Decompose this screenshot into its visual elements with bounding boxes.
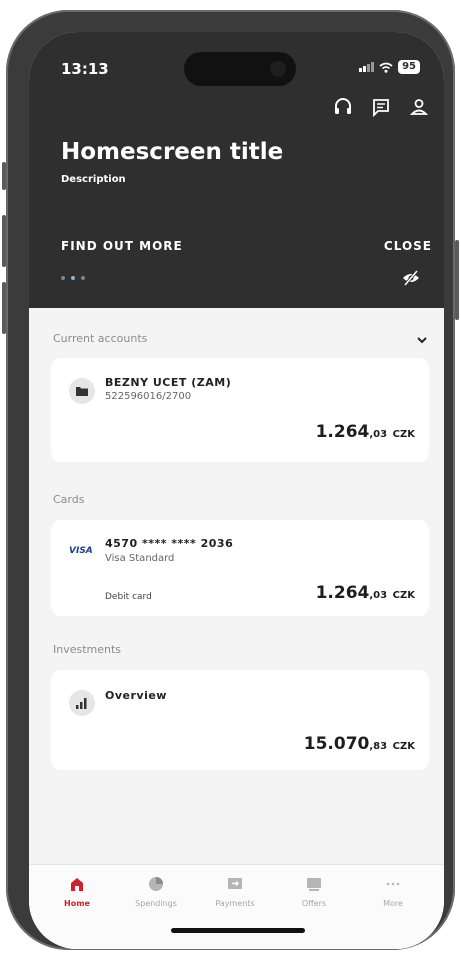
silent-switch: [2, 162, 6, 190]
section-label-investments: Investments: [53, 643, 122, 656]
dynamic-island: [184, 52, 296, 86]
tab-label: Home: [64, 899, 90, 908]
status-time: 13:13: [61, 60, 109, 78]
tab-payments[interactable]: Payments: [195, 875, 275, 908]
tab-offers[interactable]: Offers: [274, 875, 354, 908]
tab-label: More: [383, 899, 403, 908]
carousel-dot: [61, 276, 65, 280]
account-balance-decimals: ,03: [369, 429, 388, 440]
payment-icon: [228, 878, 242, 889]
account-currency: CZK: [392, 429, 415, 440]
card-currency: CZK: [392, 590, 415, 601]
promo-header: 13:13 95 Homescreen title Description FI…: [29, 32, 444, 308]
investment-balance-decimals: ,83: [369, 741, 388, 752]
section-label-current-accounts: Current accounts: [53, 332, 148, 345]
tab-label: Payments: [215, 899, 255, 908]
bar-chart-icon: [69, 690, 95, 716]
headset-icon[interactable]: [332, 96, 354, 118]
volume-up-button: [2, 215, 6, 267]
header-actions: [332, 96, 430, 118]
account-balance-main: 1.264: [315, 422, 370, 442]
wifi-icon: [379, 62, 393, 73]
home-indicator: [171, 928, 305, 933]
tab-label: Spendings: [135, 899, 177, 908]
section-label-cards: Cards: [53, 493, 85, 506]
message-icon[interactable]: [370, 96, 392, 118]
card-number: 4570 **** **** 2036: [105, 537, 234, 550]
carousel-dot: [81, 276, 85, 280]
page-description: Description: [61, 174, 126, 185]
find-out-more-link[interactable]: FIND OUT MORE: [61, 239, 183, 253]
carousel-dot-active: [71, 276, 75, 280]
folder-icon: [69, 378, 95, 404]
close-button[interactable]: CLOSE: [384, 239, 432, 253]
visa-logo-icon: VISA: [69, 546, 93, 556]
card-item[interactable]: VISA 4570 **** **** 2036 Visa Standard D…: [51, 520, 429, 616]
screen: 13:13 95 Homescreen title Description FI…: [29, 32, 444, 949]
account-balance: 1.264,03 CZK: [316, 422, 415, 442]
card-balance: 1.264,03 CZK: [316, 583, 415, 603]
investment-balance: 15.070,83 CZK: [304, 734, 415, 754]
carousel-indicator[interactable]: [61, 276, 85, 280]
volume-down-button: [2, 282, 6, 334]
more-icon: [386, 882, 400, 886]
tab-spendings[interactable]: Spendings: [116, 875, 196, 908]
account-card[interactable]: BEZNY UCET (ZAM) 522596016/2700 1.264,03…: [51, 358, 429, 462]
home-icon: [71, 878, 83, 891]
card-product: Visa Standard: [105, 553, 175, 564]
bottom-tab-bar: Home Spendings Payments Offers More: [29, 864, 444, 949]
investment-name: Overview: [105, 689, 167, 702]
hide-balance-icon[interactable]: [402, 270, 420, 286]
camera-icon: [270, 61, 286, 77]
battery-indicator: 95: [398, 60, 420, 74]
card-type: Debit card: [105, 592, 152, 602]
tab-home[interactable]: Home: [37, 875, 117, 908]
investment-balance-main: 15.070: [303, 734, 370, 754]
chevron-down-icon[interactable]: [414, 332, 430, 348]
investment-currency: CZK: [392, 741, 415, 752]
account-number: 522596016/2700: [105, 391, 192, 402]
card-balance-main: 1.264: [315, 583, 370, 603]
power-button: [455, 240, 459, 320]
offers-icon: [307, 878, 321, 891]
account-name: BEZNY UCET (ZAM): [105, 376, 232, 389]
pie-chart-icon: [149, 877, 163, 891]
status-indicators: 95: [359, 60, 420, 74]
card-balance-decimals: ,03: [369, 590, 388, 601]
signal-icon: [359, 62, 375, 72]
tab-more[interactable]: More: [353, 875, 433, 908]
phone-frame: 13:13 95 Homescreen title Description FI…: [2, 10, 459, 950]
profile-icon[interactable]: [408, 96, 430, 118]
page-title: Homescreen title: [61, 139, 284, 165]
tab-label: Offers: [301, 899, 327, 908]
investment-card[interactable]: Overview 15.070,83 CZK: [51, 670, 429, 770]
